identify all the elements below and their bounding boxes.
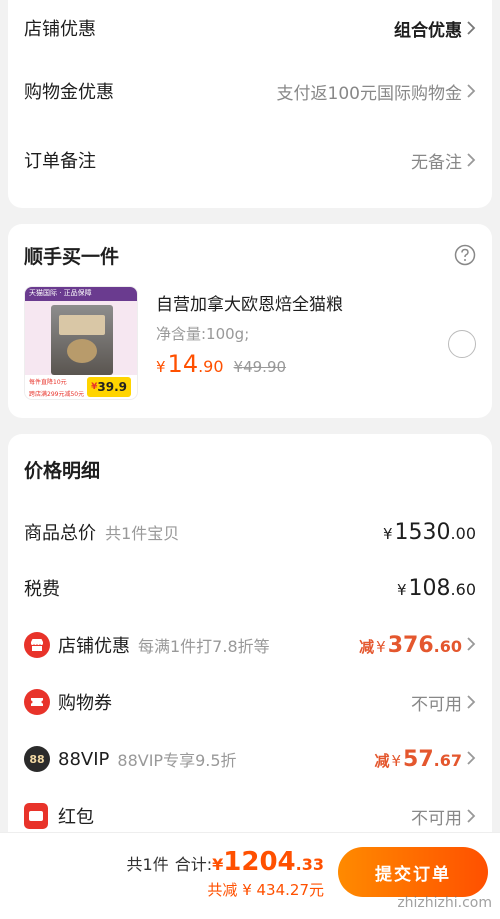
shop-discount-detail-sub: 每满1件打7.8折等 <box>138 637 270 656</box>
product-image-promo-1: 每件直降10元 <box>29 379 67 386</box>
voucher-row[interactable]: 购物券 不可用 <box>8 674 492 730</box>
vip-amount: 减 ¥ 57 .67 <box>374 747 476 772</box>
shop-discount-value: 组合优惠 <box>394 20 462 41</box>
add-on-card: 顺手买一件 天猫国际 · 正品保障 每件直降10元 跨店满299元减50元 ¥ … <box>8 224 492 418</box>
add-on-title: 顺手买一件 <box>24 245 120 268</box>
vip-row[interactable]: 88 88VIP 88VIP专享9.5折 减 ¥ 57 .67 <box>8 730 492 788</box>
product-image-promo-2: 跨店满299元减50元 <box>29 391 85 398</box>
voucher-value: 不可用 <box>411 694 462 715</box>
order-note-label: 订单备注 <box>24 151 96 172</box>
ticket-icon <box>24 689 50 715</box>
vip-label: 88VIP <box>58 748 110 770</box>
shop-discount-label: 店铺优惠 <box>24 19 96 40</box>
goods-total-label: 商品总价 <box>24 523 96 544</box>
watermark: zhizhizhi.com <box>397 895 492 911</box>
global-coupon-row[interactable]: 购物金优惠 支付返100元国际购物金 <box>8 56 492 126</box>
item-count: 共1件 <box>126 855 169 874</box>
shop-icon <box>24 632 50 658</box>
voucher-label: 购物券 <box>58 693 112 714</box>
total-saving: 共减 ¥ 434.27元 <box>207 881 324 899</box>
add-on-product[interactable]: 天猫国际 · 正品保障 每件直降10元 跨店满299元减50元 ¥ 39.9 自… <box>8 286 492 404</box>
chevron-right-icon <box>466 636 476 652</box>
red-packet-icon <box>24 803 48 829</box>
tax-row: 税费 ¥ 108 .60 <box>8 560 492 616</box>
global-coupon-value: 支付返100元国际购物金 <box>276 83 462 104</box>
red-packet-label: 红包 <box>58 807 94 828</box>
order-total: 共1件 合计: ¥ 1204 .33 <box>126 847 324 877</box>
order-note-value: 无备注 <box>411 152 462 173</box>
product-original-price: ¥49.90 <box>233 358 287 376</box>
help-icon[interactable] <box>454 244 476 266</box>
price-detail-title: 价格明细 <box>24 459 101 482</box>
price-detail-card: 价格明细 商品总价 共1件宝贝 ¥ 1530 .00 税费 ¥ 108 .60 … <box>8 434 492 854</box>
chevron-right-icon <box>466 694 476 710</box>
tax-amount: ¥ 108 .60 <box>397 575 476 601</box>
shop-discount-detail-row[interactable]: 店铺优惠 每满1件打7.8折等 减 ¥ 376 .60 <box>8 616 492 674</box>
tax-label: 税费 <box>24 579 60 600</box>
product-spec: 净含量:100g; <box>156 325 250 343</box>
vip-sub: 88VIP专享9.5折 <box>117 751 237 770</box>
shop-discount-detail-label: 店铺优惠 <box>58 636 130 657</box>
product-image[interactable]: 天猫国际 · 正品保障 每件直降10元 跨店满299元减50元 ¥ 39.9 <box>24 286 138 400</box>
submit-order-button[interactable]: 提交订单 <box>338 847 488 897</box>
product-image-tag: 天猫国际 · 正品保障 <box>29 289 92 297</box>
product-price: ¥ 14 .90 ¥49.90 <box>156 350 287 378</box>
global-coupon-label: 购物金优惠 <box>24 82 114 103</box>
chevron-right-icon <box>466 20 476 36</box>
chevron-right-icon <box>466 152 476 168</box>
shop-discount-row[interactable]: 店铺优惠 组合优惠 <box>8 0 492 56</box>
chevron-right-icon <box>466 750 476 766</box>
goods-total-sub: 共1件宝贝 <box>105 524 180 543</box>
select-radio[interactable] <box>448 330 476 358</box>
product-name: 自营加拿大欧恩焙全猫粮 <box>156 295 343 315</box>
chevron-right-icon <box>466 83 476 99</box>
goods-total-amount: ¥ 1530 .00 <box>383 519 476 545</box>
chevron-right-icon <box>466 808 476 824</box>
product-package-graphic <box>51 305 113 375</box>
total-amount: 1204 <box>223 847 296 877</box>
total-label: 合计: <box>174 855 213 874</box>
vip-88-icon: 88 <box>24 746 50 772</box>
order-note-row[interactable]: 订单备注 无备注 <box>8 126 492 194</box>
goods-total-row: 商品总价 共1件宝贝 ¥ 1530 .00 <box>8 504 492 560</box>
product-image-price-tag: ¥ 39.9 <box>87 377 131 397</box>
shop-discount-amount: 减 ¥ 376 .60 <box>359 633 476 658</box>
order-options-card: 店铺优惠 组合优惠 购物金优惠 支付返100元国际购物金 订单备注 无备注 <box>8 0 492 208</box>
red-packet-value: 不可用 <box>411 808 462 829</box>
